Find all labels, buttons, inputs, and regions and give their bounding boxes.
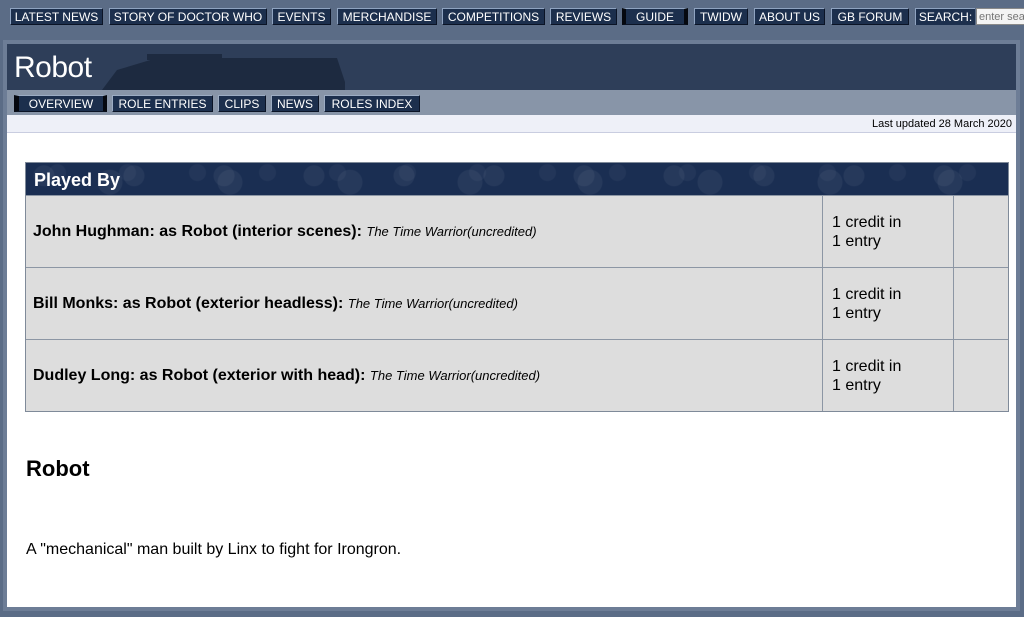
role-description: : as Robot (exterior with head): xyxy=(129,367,366,384)
entry-count-link[interactable]: 1 entry xyxy=(832,376,953,395)
credit-text: John Hughman: as Robot (interior scenes)… xyxy=(33,223,537,241)
credit-note: (uncredited) xyxy=(467,224,537,239)
top-navigation: LATEST NEWS STORY OF DOCTOR WHO EVENTS M… xyxy=(0,0,1024,32)
nav-events[interactable]: EVENTS xyxy=(272,8,331,25)
nav-about-us[interactable]: ABOUT US xyxy=(754,8,825,25)
credit-count: 1 credit in 1 entry xyxy=(822,196,954,267)
nav-latest-news[interactable]: LATEST NEWS xyxy=(10,8,103,25)
title-band: Robot xyxy=(7,44,1016,90)
nav-gb-forum[interactable]: GB FORUM xyxy=(831,8,909,25)
last-updated-text: Last updated 28 March 2020 xyxy=(871,118,1012,130)
actor-name[interactable]: John Hughman xyxy=(33,223,149,240)
role-description: : as Robot (exterior headless): xyxy=(113,295,344,312)
role-description-text: A "mechanical" man built by Linx to figh… xyxy=(26,541,402,558)
credit-note: (uncredited) xyxy=(448,296,518,311)
entry-count-link[interactable]: 1 entry xyxy=(832,232,953,251)
nav-story-of-doctor-who[interactable]: STORY OF DOCTOR WHO xyxy=(109,8,267,25)
updated-bar: Last updated 28 March 2020 xyxy=(7,115,1016,133)
credit-count: 1 credit in 1 entry xyxy=(822,268,954,339)
story-link[interactable]: The Time Warrior xyxy=(348,296,449,311)
table-row: Dudley Long: as Robot (exterior with hea… xyxy=(26,339,1008,411)
tardis-silhouette-graphic xyxy=(102,54,345,90)
role-description: : as Robot (interior scenes): xyxy=(149,223,362,240)
tab-clips[interactable]: CLIPS xyxy=(218,95,266,112)
story-link[interactable]: The Time Warrior xyxy=(370,368,471,383)
main-panel: Robot OVERVIEW ROLE ENTRIES CLIPS NEWS R… xyxy=(3,40,1020,611)
credit-count-line: 1 credit in xyxy=(832,214,902,231)
table-row: John Hughman: as Robot (interior scenes)… xyxy=(26,195,1008,267)
search-input[interactable] xyxy=(976,8,1024,25)
tab-overview[interactable]: OVERVIEW xyxy=(14,95,107,112)
nav-twidw[interactable]: TWIDW xyxy=(694,8,748,25)
actor-name[interactable]: Bill Monks xyxy=(33,295,113,312)
nav-merchandise[interactable]: MERCHANDISE xyxy=(337,8,437,25)
story-link[interactable]: The Time Warrior xyxy=(366,224,467,239)
search-label: SEARCH: xyxy=(915,8,975,25)
tab-news[interactable]: NEWS xyxy=(271,95,319,112)
credit-count: 1 credit in 1 entry xyxy=(822,340,954,411)
tab-role-entries[interactable]: ROLE ENTRIES xyxy=(112,95,213,112)
table-row: Bill Monks: as Robot (exterior headless)… xyxy=(26,267,1008,339)
credit-count-line: 1 credit in xyxy=(832,286,902,303)
section-tabs: OVERVIEW ROLE ENTRIES CLIPS NEWS ROLES I… xyxy=(7,90,1016,115)
played-by-table: Played By John Hughman: as Robot (interi… xyxy=(25,162,1009,412)
credit-text: Dudley Long: as Robot (exterior with hea… xyxy=(33,367,540,385)
played-by-header: Played By xyxy=(26,163,1008,195)
nav-reviews[interactable]: REVIEWS xyxy=(550,8,617,25)
nav-guide[interactable]: GUIDE xyxy=(622,8,688,25)
credit-count-line: 1 credit in xyxy=(832,358,902,375)
role-heading: Robot xyxy=(26,456,90,481)
tab-roles-index[interactable]: ROLES INDEX xyxy=(324,95,420,112)
played-by-heading: Played By xyxy=(34,170,121,190)
nav-competitions[interactable]: COMPETITIONS xyxy=(442,8,545,25)
credit-note: (uncredited) xyxy=(470,368,541,383)
actor-name[interactable]: Dudley Long xyxy=(33,367,130,384)
page-title: Robot xyxy=(14,51,92,84)
entry-count-link[interactable]: 1 entry xyxy=(832,304,953,323)
credit-text: Bill Monks: as Robot (exterior headless)… xyxy=(33,295,518,313)
